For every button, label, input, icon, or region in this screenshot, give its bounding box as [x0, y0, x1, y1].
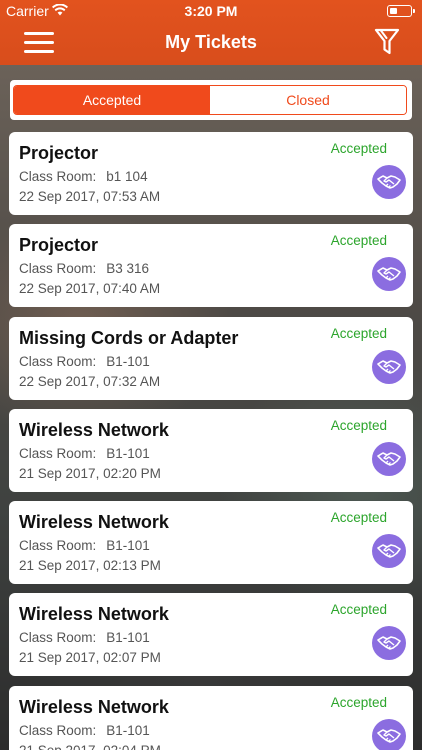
- ticket-title: Missing Cords or Adapter: [19, 327, 239, 348]
- handshake-icon[interactable]: [372, 441, 406, 476]
- tab-bar: Accepted Closed: [10, 80, 412, 120]
- handshake-icon[interactable]: [372, 534, 406, 569]
- handshake-icon[interactable]: [372, 626, 406, 661]
- room-value: B1-101: [106, 630, 150, 646]
- filter-icon[interactable]: [374, 28, 400, 56]
- ticket-date: 21 Sep 2017, 02:07 PM: [19, 650, 161, 666]
- ticket-room: Class Room: b1 104: [19, 169, 148, 184]
- room-value: B1-101: [106, 353, 150, 369]
- handshake-icon[interactable]: [372, 165, 406, 199]
- room-label: Class Room:: [19, 630, 97, 646]
- ticket-date: 21 Sep 2017, 02:04 PM: [19, 743, 161, 750]
- ticket-status: Accepted: [330, 602, 387, 618]
- ticket-title: Wireless Network: [19, 696, 169, 717]
- ticket-status: Accepted: [330, 694, 387, 710]
- status-time: 3:20 PM: [184, 3, 238, 19]
- ticket-list: Projector Class Room: b1 104 22 Sep 2017, 0…: [9, 132, 413, 750]
- ticket-room: Class Room: B1-101: [19, 630, 150, 645]
- handshake-icon[interactable]: [372, 718, 406, 750]
- ticket-room: Class Room: B3 316: [19, 261, 149, 276]
- ticket-room: Class Room: B1-101: [19, 354, 150, 369]
- tab-closed[interactable]: Closed: [210, 86, 406, 114]
- ticket-date: 21 Sep 2017, 02:13 PM: [19, 558, 161, 574]
- handshake-icon[interactable]: [372, 257, 406, 292]
- room-label: Class Room:: [19, 722, 97, 738]
- ticket-status: Accepted: [330, 417, 387, 433]
- ticket-status: Accepted: [330, 141, 387, 156]
- room-label: Class Room:: [19, 353, 97, 369]
- ticket-card[interactable]: Projector Class Room: b1 104 22 Sep 2017, 0…: [9, 132, 413, 215]
- ticket-card[interactable]: Wireless Network Class Room: B1-101 21 Sep …: [9, 593, 413, 677]
- ticket-status: Accepted: [330, 510, 387, 526]
- room-value: B1-101: [106, 445, 150, 461]
- ticket-title: Projector: [19, 235, 99, 256]
- ticket-title: Wireless Network: [19, 604, 169, 625]
- ticket-title: Wireless Network: [19, 512, 169, 533]
- room-value: B3 316: [106, 261, 150, 277]
- ticket-card[interactable]: Projector Class Room: B3 316 22 Sep 2017, 0…: [9, 224, 413, 308]
- ticket-status: Accepted: [330, 233, 387, 249]
- room-value: B1-101: [106, 722, 150, 738]
- ticket-room: Class Room: B1-101: [19, 446, 150, 461]
- room-value: b1 104: [106, 169, 148, 184]
- room-label: Class Room:: [19, 445, 97, 461]
- ticket-room: Class Room: B1-101: [19, 723, 150, 738]
- ticket-status: Accepted: [330, 325, 387, 341]
- ticket-card[interactable]: Wireless Network Class Room: B1-101 21 Sep …: [9, 685, 413, 750]
- ticket-date: 22 Sep 2017, 07:32 AM: [19, 373, 161, 389]
- room-label: Class Room:: [19, 261, 97, 277]
- ticket-room: Class Room: B1-101: [19, 538, 150, 553]
- room-label: Class Room:: [19, 538, 97, 554]
- tab-accepted[interactable]: Accepted: [14, 86, 210, 114]
- room-label: Class Room:: [19, 169, 97, 184]
- ticket-card[interactable]: Wireless Network Class Room: B1-101 21 Sep …: [9, 501, 413, 585]
- room-value: B1-101: [106, 538, 150, 554]
- ticket-title: Projector: [19, 143, 99, 163]
- status-bar: Carrier 3:20 PM: [0, 0, 422, 22]
- segmented-control: Accepted Closed: [13, 85, 407, 115]
- ticket-date: 22 Sep 2017, 07:53 AM: [19, 189, 161, 204]
- handshake-icon[interactable]: [372, 349, 406, 384]
- ticket-date: 21 Sep 2017, 02:20 PM: [19, 465, 161, 481]
- ticket-card[interactable]: Missing Cords or Adapter Class Room: B1-10…: [9, 316, 413, 400]
- ticket-card[interactable]: Wireless Network Class Room: B1-101 21 Sep …: [9, 408, 413, 492]
- app-header: Carrier 3:20 PM My Tickets: [0, 0, 422, 65]
- ticket-title: Wireless Network: [19, 419, 169, 440]
- battery-icon: [387, 5, 415, 17]
- ticket-date: 22 Sep 2017, 07:40 AM: [19, 281, 161, 297]
- page-title: My Tickets: [165, 32, 257, 52]
